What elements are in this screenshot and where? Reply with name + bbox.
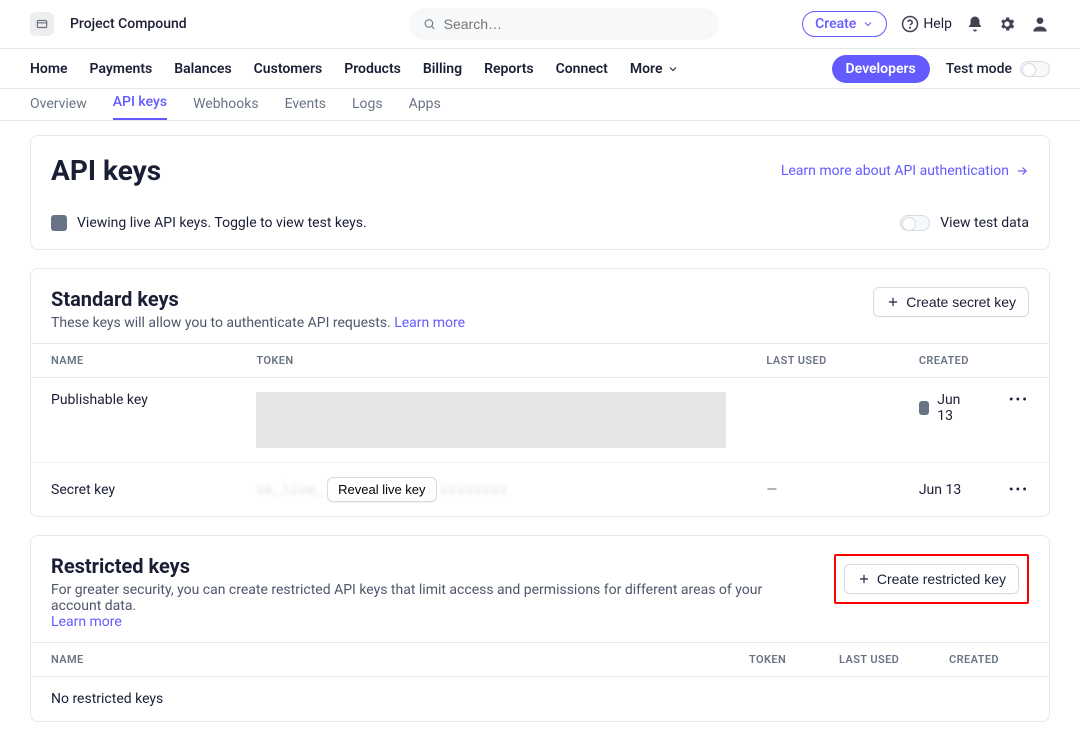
- tab-api-keys[interactable]: API keys: [113, 94, 167, 120]
- restricted-learn-more-link[interactable]: Learn more: [51, 614, 122, 630]
- api-keys-header-panel: API keys Learn more about API authentica…: [30, 135, 1050, 250]
- standard-keys-desc: These keys will allow you to authenticat…: [51, 315, 394, 331]
- nav-balances[interactable]: Balances: [174, 61, 231, 77]
- col-last: LAST USED: [746, 344, 898, 378]
- create-button[interactable]: Create: [802, 11, 887, 37]
- reveal-live-key-button[interactable]: Reveal live key: [327, 477, 436, 502]
- publishable-token-redacted[interactable]: [256, 392, 726, 448]
- chevron-down-icon: [862, 18, 874, 30]
- developers-button[interactable]: Developers: [832, 55, 930, 83]
- nav-home[interactable]: Home: [30, 61, 68, 77]
- restricted-keys-columns: NAME TOKEN LAST USED CREATED: [31, 642, 1049, 677]
- key-last-used: [746, 378, 898, 463]
- restricted-empty-state: No restricted keys: [31, 677, 1049, 721]
- create-secret-key-button[interactable]: Create secret key: [873, 287, 1029, 317]
- col-created: CREATED: [899, 344, 989, 378]
- help-label: Help: [923, 16, 952, 32]
- project-logo: [30, 12, 54, 36]
- nav-more-label: More: [630, 61, 663, 77]
- create-secret-key-label: Create secret key: [906, 294, 1016, 310]
- learn-more-auth-label: Learn more about API authentication: [781, 163, 1009, 179]
- view-test-data-toggle[interactable]: [900, 215, 930, 231]
- row-actions-menu[interactable]: •••: [989, 463, 1049, 517]
- tab-logs[interactable]: Logs: [352, 96, 383, 120]
- col-token: TOKEN: [749, 653, 839, 666]
- key-name: Secret key: [31, 463, 236, 517]
- notifications-icon[interactable]: [966, 15, 984, 33]
- key-name: Publishable key: [31, 378, 236, 463]
- create-restricted-key-button[interactable]: Create restricted key: [844, 564, 1019, 594]
- restricted-keys-title: Restricted keys: [51, 554, 811, 578]
- view-test-data-label: View test data: [940, 215, 1029, 231]
- tab-apps[interactable]: Apps: [409, 96, 441, 120]
- col-last: LAST USED: [839, 653, 949, 666]
- create-restricted-key-label: Create restricted key: [877, 571, 1006, 587]
- settings-icon[interactable]: [998, 15, 1016, 33]
- account-icon[interactable]: [1030, 14, 1050, 34]
- restricted-keys-panel: Restricted keys For greater security, yo…: [30, 535, 1050, 722]
- live-keys-notice: Viewing live API keys. Toggle to view te…: [77, 215, 367, 231]
- standard-keys-panel: Standard keys These keys will allow you …: [30, 268, 1050, 517]
- tab-overview[interactable]: Overview: [30, 96, 87, 120]
- arrow-right-icon: [1015, 164, 1029, 178]
- nav-billing[interactable]: Billing: [423, 61, 462, 77]
- plus-icon: [857, 572, 871, 586]
- create-restricted-key-highlight: Create restricted key: [834, 554, 1029, 604]
- row-actions-menu[interactable]: •••: [989, 378, 1049, 463]
- nav-connect[interactable]: Connect: [556, 61, 608, 77]
- table-row: Publishable key Jun 13 •••: [31, 378, 1049, 463]
- project-name[interactable]: Project Compound: [70, 16, 187, 32]
- help-link[interactable]: Help: [901, 15, 952, 33]
- col-token: TOKEN: [236, 344, 746, 378]
- search-box[interactable]: [409, 8, 719, 40]
- plus-icon: [886, 295, 900, 309]
- create-label: Create: [815, 16, 856, 32]
- table-row: Secret key sk_live_ Reveal live key xxxx…: [31, 463, 1049, 517]
- standard-keys-title: Standard keys: [51, 287, 465, 311]
- search-input[interactable]: [444, 16, 705, 32]
- col-name: NAME: [51, 653, 749, 666]
- restricted-keys-desc: For greater security, you can create res…: [51, 582, 762, 614]
- test-mode-toggle-group: Test mode: [946, 61, 1050, 77]
- nav-customers[interactable]: Customers: [254, 61, 323, 77]
- test-mode-toggle[interactable]: [1020, 61, 1050, 77]
- tab-webhooks[interactable]: Webhooks: [193, 96, 259, 120]
- standard-learn-more-link[interactable]: Learn more: [394, 315, 465, 331]
- col-created: CREATED: [949, 653, 1029, 666]
- search-icon: [423, 17, 436, 31]
- standard-keys-table: NAME TOKEN LAST USED CREATED Publishable…: [31, 343, 1049, 516]
- nav-products[interactable]: Products: [344, 61, 401, 77]
- nav-reports[interactable]: Reports: [484, 61, 534, 77]
- col-name: NAME: [31, 344, 236, 378]
- nav-payments[interactable]: Payments: [90, 61, 153, 77]
- nav-more[interactable]: More: [630, 61, 679, 77]
- key-created: Jun 13: [919, 482, 961, 498]
- key-created: Jun 13: [937, 392, 969, 424]
- page-title: API keys: [51, 154, 161, 187]
- info-icon: [919, 401, 929, 415]
- main-nav: Home Payments Balances Customers Product…: [0, 49, 1080, 89]
- chevron-down-icon: [667, 63, 679, 75]
- secret-token-blurred: sk_live_: [256, 483, 323, 499]
- info-icon: [51, 215, 67, 231]
- help-icon: [901, 15, 919, 33]
- tab-events[interactable]: Events: [285, 96, 326, 120]
- test-mode-label: Test mode: [946, 61, 1012, 77]
- developers-subnav: Overview API keys Webhooks Events Logs A…: [0, 89, 1080, 121]
- secret-token-blurred: xxxxxxxx: [440, 483, 507, 499]
- learn-more-auth-link[interactable]: Learn more about API authentication: [781, 163, 1029, 179]
- key-last-used: —: [766, 482, 777, 498]
